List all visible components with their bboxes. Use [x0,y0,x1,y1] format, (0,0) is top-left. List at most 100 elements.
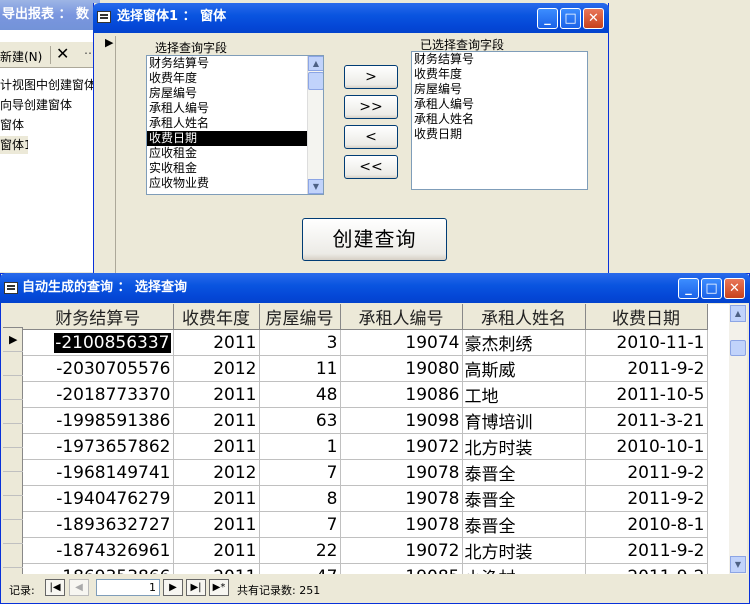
table-cell[interactable]: 2010-8-1 [585,511,708,538]
record-selector[interactable] [3,424,23,448]
table-cell[interactable]: 19085 [340,563,463,574]
record-selector[interactable] [3,400,23,424]
create-query-button[interactable]: 创建查询 [302,218,447,261]
table-cell[interactable]: 豪杰刺绣 [462,329,586,356]
table-cell[interactable]: 北方时装 [462,537,586,564]
table-cell[interactable]: 2011 [173,511,260,538]
first-record-button[interactable]: |◀ [45,579,65,596]
table-cell[interactable]: 19098 [340,407,463,434]
column-header[interactable]: 财务结算号 [23,304,174,330]
list-item[interactable]: 财务结算号 [147,56,323,71]
table-cell[interactable]: 2011-9-2 [585,485,708,512]
record-selector[interactable] [3,496,23,520]
table-cell[interactable]: -2030705576 [23,355,174,382]
column-header[interactable]: 承租人姓名 [462,304,586,330]
list-item[interactable]: 实收租金 [147,161,323,176]
close-button[interactable]: ✕ [583,8,604,29]
listbox-scrollbar[interactable]: ▲ ▼ [307,56,323,194]
scroll-up-icon[interactable]: ▲ [730,305,746,322]
table-cell[interactable]: 泰晋全 [462,459,586,486]
add-field-button[interactable]: > [344,65,398,89]
remove-all-fields-button[interactable]: << [344,155,398,179]
table-cell[interactable]: -1940476279 [23,485,174,512]
table-cell[interactable]: 2010-10-1 [585,433,708,460]
table-cell[interactable]: 19072 [340,433,463,460]
list-item[interactable]: 财务结算号 [412,52,587,67]
record-selector[interactable] [3,448,23,472]
minimize-button[interactable]: _ [678,278,699,299]
object-list-item-selected[interactable]: 窗体1 [0,136,28,154]
table-cell[interactable]: 19072 [340,537,463,564]
scroll-thumb[interactable] [730,340,746,356]
select-all-cell[interactable] [3,304,23,328]
list-item[interactable]: 应收物业费 [147,176,323,191]
table-cell[interactable]: 48 [259,381,341,408]
table-cell[interactable]: 小渔村 [462,563,586,574]
table-cell[interactable]: 19080 [340,355,463,382]
table-cell[interactable]: 2011 [173,407,260,434]
table-cell[interactable]: 2011 [173,537,260,564]
table-cell[interactable]: 8 [259,485,341,512]
record-selector[interactable] [3,376,23,400]
table-cell[interactable]: 2012 [173,459,260,486]
minimize-button[interactable]: _ [537,8,558,29]
list-item[interactable]: 承租人姓名 [412,112,587,127]
table-cell[interactable]: 育博培训 [462,407,586,434]
table-cell[interactable]: 2011-9-2 [585,537,708,564]
scroll-down-icon[interactable]: ▼ [730,556,746,573]
close-button[interactable]: ✕ [724,278,745,299]
column-header[interactable]: 收费年度 [173,304,260,330]
list-item[interactable]: 承租人姓名 [147,116,323,131]
remove-field-button[interactable]: < [344,125,398,149]
table-cell[interactable]: 47 [259,563,341,574]
table-cell[interactable]: 泰晋全 [462,511,586,538]
table-cell[interactable]: -2100856337 [23,329,174,356]
table-cell[interactable]: -1973657862 [23,433,174,460]
table-cell[interactable]: 11 [259,355,341,382]
object-list-item[interactable]: 窗体 [0,116,100,134]
table-cell[interactable]: -1968149741 [23,459,174,486]
column-header[interactable]: 承租人编号 [340,304,463,330]
table-cell[interactable]: 2011 [173,433,260,460]
table-cell[interactable]: 19078 [340,511,463,538]
table-cell[interactable]: 19074 [340,329,463,356]
selected-fields-listbox[interactable]: 财务结算号 收费年度 房屋编号 承租人编号 承租人姓名 收费日期 [411,51,588,190]
list-item[interactable]: 房屋编号 [412,82,587,97]
table-cell[interactable]: 22 [259,537,341,564]
record-selector[interactable] [3,352,23,376]
column-header[interactable]: 收费日期 [585,304,708,330]
scroll-down-icon[interactable]: ▼ [308,179,323,194]
restore-button[interactable]: □ [701,278,722,299]
table-cell[interactable]: 2011 [173,563,260,574]
list-item[interactable]: 承租人编号 [147,101,323,116]
table-cell[interactable]: -1893632727 [23,511,174,538]
table-cell[interactable]: -1998591386 [23,407,174,434]
table-cell[interactable]: 2011-3-21 [585,407,708,434]
scroll-thumb[interactable] [308,72,323,90]
datasheet-scrollbar[interactable]: ▲ ▼ [729,304,747,574]
table-cell[interactable]: -1869353866 [23,563,174,574]
table-cell[interactable]: 2011 [173,485,260,512]
record-selector[interactable]: ▶ [102,36,116,276]
table-cell[interactable]: 泰晋全 [462,485,586,512]
new-button[interactable]: 新建(N) [0,48,42,65]
record-selector[interactable] [3,472,23,496]
table-cell[interactable]: 3 [259,329,341,356]
list-item[interactable]: 收费年度 [412,67,587,82]
table-cell[interactable]: 63 [259,407,341,434]
table-cell[interactable]: -1874326961 [23,537,174,564]
maximize-button[interactable]: □ [560,8,581,29]
table-cell[interactable]: 2011 [173,381,260,408]
table-cell[interactable]: 2010-11-1 [585,329,708,356]
table-cell[interactable]: 7 [259,511,341,538]
list-item-selected[interactable]: 收费日期 [147,131,307,146]
table-cell[interactable]: 19086 [340,381,463,408]
record-selector[interactable] [3,520,23,544]
scroll-up-icon[interactable]: ▲ [308,56,323,71]
table-cell[interactable]: -2018773370 [23,381,174,408]
table-cell[interactable]: 高斯威 [462,355,586,382]
table-cell[interactable]: 2011 [173,329,260,356]
previous-record-button[interactable]: ◀ [69,579,89,596]
list-item[interactable]: 应收租金 [147,146,323,161]
table-cell[interactable]: 北方时装 [462,433,586,460]
